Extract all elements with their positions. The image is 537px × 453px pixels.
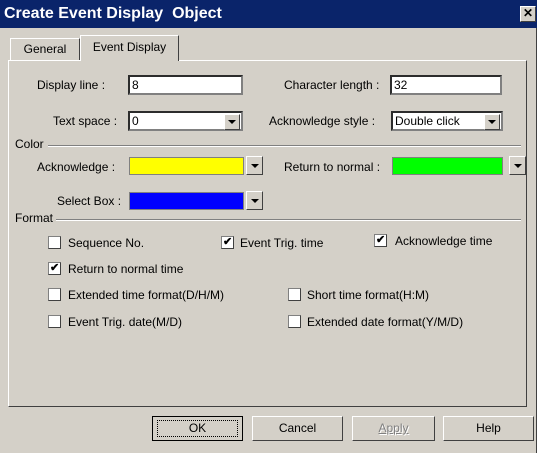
apply-button[interactable]: Apply [352, 416, 435, 441]
acknowledge-style-select[interactable]: Double click [391, 111, 503, 131]
tab-event-display[interactable]: Event Display [80, 35, 179, 61]
format-group-title: Format [15, 211, 54, 225]
close-icon: ✕ [522, 6, 534, 20]
character-length-input[interactable]: 32 [390, 75, 502, 95]
check-icon: ✔ [50, 262, 60, 274]
color-group-title: Color [15, 137, 44, 151]
text-space-value: 0 [132, 114, 139, 128]
extended-date-format-label: Extended date format(Y/M/D) [307, 315, 464, 329]
return-to-normal-color-label: Return to normal : [284, 160, 381, 174]
character-length-label: Character length : [284, 78, 380, 92]
acknowledge-style-value: Double click [395, 114, 460, 128]
close-button[interactable]: ✕ [520, 6, 536, 22]
ok-button[interactable]: OK [152, 416, 243, 441]
chevron-down-icon [251, 164, 259, 168]
text-space-dropdown-button[interactable] [224, 114, 240, 130]
format-group-divider [56, 219, 521, 221]
tab-general[interactable]: General [10, 38, 80, 60]
color-group-divider [48, 145, 521, 147]
select-box-color-swatch[interactable] [129, 192, 244, 210]
tab-event-display-label: Event Display [92, 40, 167, 54]
extended-time-format-checkbox[interactable] [48, 288, 61, 301]
chevron-down-icon [488, 120, 496, 124]
acknowledge-color-dropdown-button[interactable] [246, 156, 263, 175]
select-box-color-label: Select Box : [57, 194, 122, 208]
event-trig-date-checkbox[interactable] [48, 315, 61, 328]
acknowledge-style-dropdown-button[interactable] [484, 114, 500, 130]
chevron-down-icon [514, 164, 522, 168]
short-time-format-label: Short time format(H:M) [307, 288, 430, 302]
select-box-color-dropdown-button[interactable] [246, 191, 263, 210]
acknowledge-color-swatch[interactable] [129, 157, 244, 175]
create-event-display-dialog: Create Event Display Object ✕ General Ev… [0, 0, 537, 453]
chevron-down-icon [228, 120, 236, 124]
display-line-input[interactable]: 8 [128, 75, 243, 95]
help-button-label: Help [476, 421, 501, 435]
return-to-normal-color-dropdown-button[interactable] [509, 156, 526, 175]
return-to-normal-time-checkbox[interactable]: ✔ [48, 262, 61, 275]
check-icon: ✔ [376, 234, 386, 246]
help-button[interactable]: Help [443, 416, 534, 441]
text-space-select[interactable]: 0 [128, 111, 243, 131]
cancel-button[interactable]: Cancel [252, 416, 343, 441]
apply-button-label: Apply [378, 421, 409, 435]
extended-date-format-checkbox[interactable] [288, 315, 301, 328]
tab-general-label: General [23, 42, 67, 56]
event-trig-time-checkbox[interactable]: ✔ [221, 236, 234, 249]
acknowledge-style-label: Acknowledge style : [269, 114, 376, 128]
event-trig-date-label: Event Trig. date(M/D) [68, 315, 183, 329]
acknowledge-time-checkbox[interactable]: ✔ [374, 234, 387, 247]
acknowledge-color-label: Acknowledge : [37, 160, 116, 174]
return-to-normal-time-label: Return to normal time [68, 262, 184, 276]
acknowledge-time-label: Acknowledge time [395, 234, 493, 248]
display-line-label: Display line : [37, 78, 106, 92]
sequence-no-checkbox[interactable] [48, 236, 61, 249]
extended-time-format-label: Extended time format(D/H/M) [68, 288, 225, 302]
text-space-label: Text space : [53, 114, 118, 128]
return-to-normal-color-swatch[interactable] [392, 157, 503, 175]
event-trig-time-label: Event Trig. time [240, 236, 324, 250]
chevron-down-icon [251, 199, 259, 203]
cancel-button-label: Cancel [278, 421, 317, 435]
sequence-no-label: Sequence No. [68, 236, 145, 250]
focus-rect [157, 420, 238, 437]
check-icon: ✔ [223, 236, 233, 248]
short-time-format-checkbox[interactable] [288, 288, 301, 301]
dialog-title: Create Event Display Object [4, 5, 222, 22]
title-bar[interactable]: Create Event Display Object ✕ [0, 0, 537, 28]
